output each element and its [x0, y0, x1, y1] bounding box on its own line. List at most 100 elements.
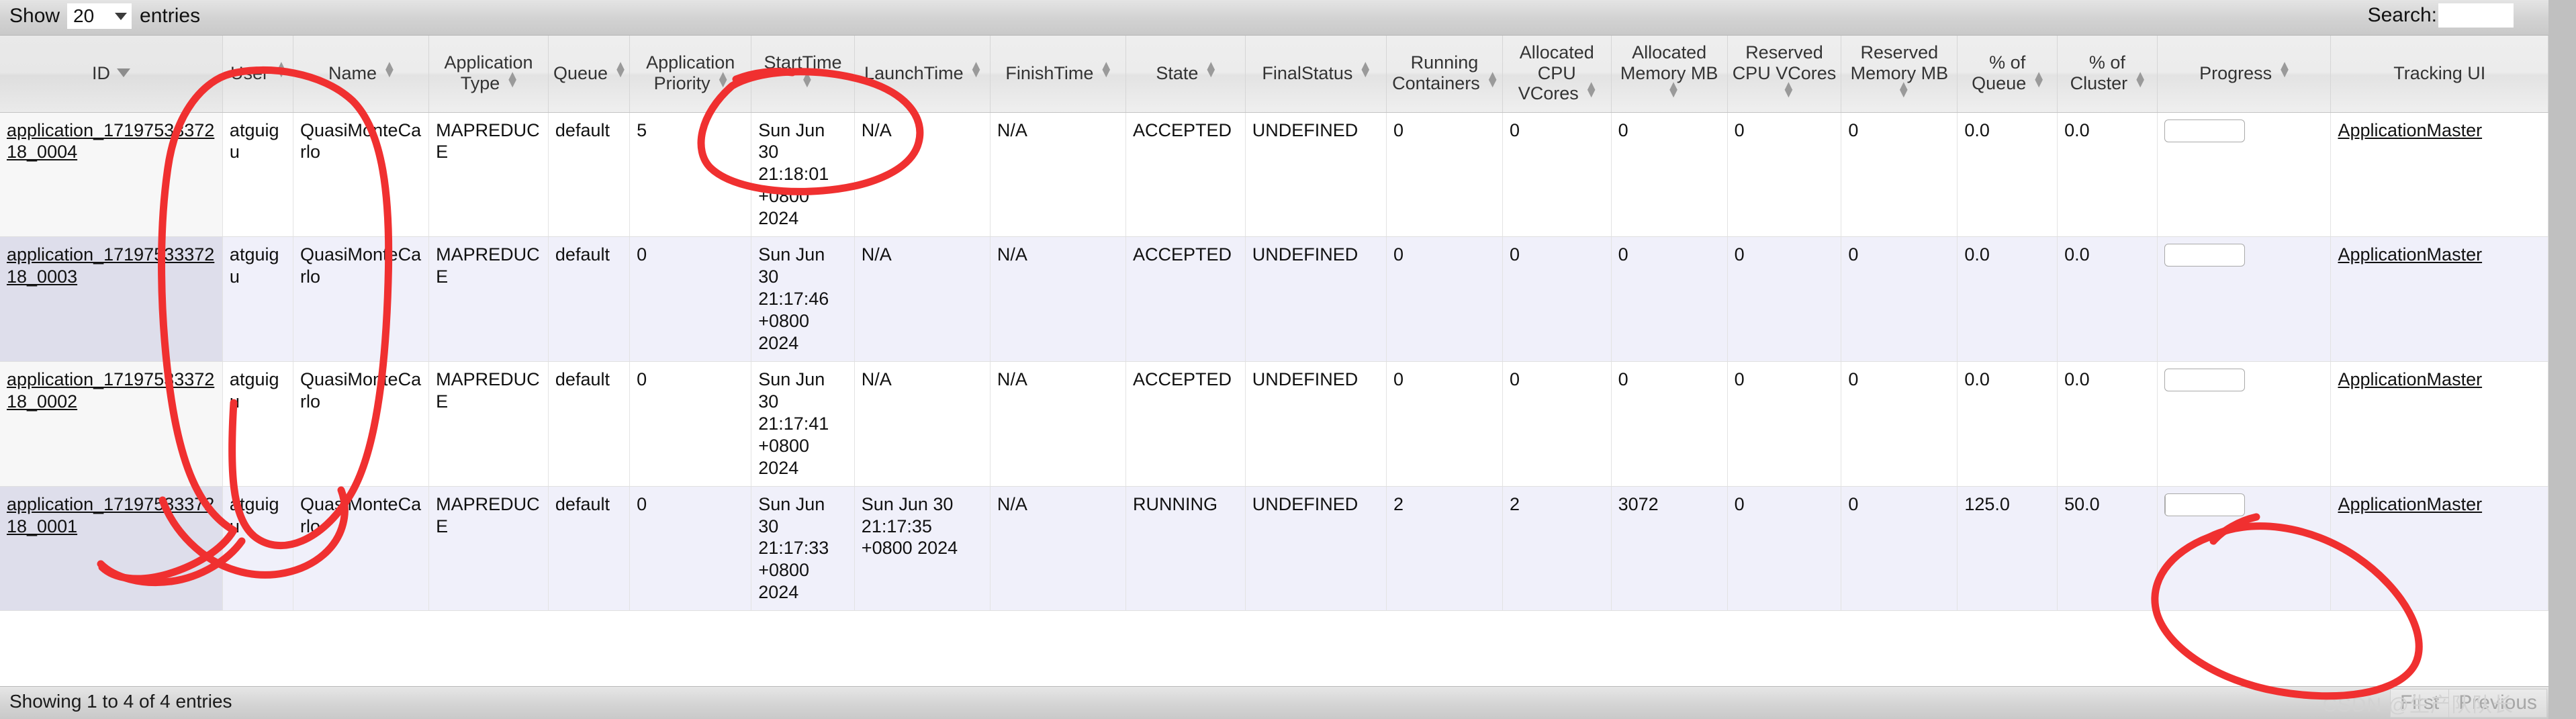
col-header-starttime[interactable]: StartTime ▲ ▼	[751, 36, 855, 113]
show-label: Show	[9, 5, 60, 27]
cell-pct-of-queue: 125.0	[1957, 486, 2058, 612]
col-header-application-type[interactable]: Application Type ▲ ▼	[428, 36, 549, 113]
cell-running-containers: 2	[1386, 486, 1503, 612]
progress-bar	[2164, 493, 2245, 516]
sort-both-icon: ▲ ▼	[383, 58, 396, 81]
cell-user: atguigu	[222, 112, 294, 238]
application-id-link[interactable]: application_1719753337218_0001	[7, 494, 214, 536]
cell-running-containers: 0	[1386, 236, 1503, 362]
cell-user: atguigu	[222, 236, 294, 362]
pagination: First Previous	[2389, 689, 2547, 718]
col-header-launchtime[interactable]: LaunchTime ▲ ▼	[854, 36, 991, 113]
cell-application-priority: 0	[629, 361, 752, 487]
cell-starttime: Sun Jun 30 21:17:33 +0800 2024	[751, 486, 855, 612]
cell-state: RUNNING	[1125, 486, 1246, 612]
tracking-ui-link[interactable]: ApplicationMaster	[2338, 494, 2482, 514]
cell-pct-of-queue: 0.0	[1957, 236, 2058, 362]
col-header-id[interactable]: ID	[0, 36, 223, 113]
cell-name: QuasiMonteCarlo	[293, 486, 430, 612]
cell-pct-of-queue: 0.0	[1957, 112, 2058, 238]
cell-launchtime: N/A	[854, 236, 991, 362]
progress-bar	[2164, 119, 2245, 142]
cell-tracking-ui: ApplicationMaster	[2330, 486, 2548, 612]
cell-finishtime: N/A	[990, 486, 1126, 612]
sort-both-icon: ▲ ▼	[1204, 58, 1218, 81]
cell-name: QuasiMonteCarlo	[293, 112, 430, 238]
col-label: Progress	[2199, 62, 2272, 83]
sort-both-icon: ▲ ▼	[1782, 79, 1796, 101]
cell-pct-of-queue: 0.0	[1957, 361, 2058, 487]
table-row[interactable]: application_1719753337218_0002 atguigu Q…	[0, 361, 2548, 487]
applications-table: ID User ▲ ▼ Name ▲ ▼ Application Type ▲ ▼ Queu…	[0, 36, 2548, 612]
entries-label: entries	[140, 5, 201, 27]
sort-both-icon: ▲ ▼	[2133, 68, 2147, 91]
cell-running-containers: 0	[1386, 361, 1503, 487]
col-header-finishtime[interactable]: FinishTime ▲ ▼	[990, 36, 1126, 113]
pagination-previous-button[interactable]: Previous	[2448, 689, 2547, 718]
col-label: Name	[328, 62, 377, 83]
cell-name: QuasiMonteCarlo	[293, 236, 430, 362]
application-id-link[interactable]: application_1719753337218_0004	[7, 120, 214, 162]
col-header-queue[interactable]: Queue ▲ ▼	[548, 36, 631, 113]
application-id-link[interactable]: application_1719753337218_0002	[7, 369, 214, 412]
sort-both-icon: ▲ ▼	[506, 68, 520, 91]
cell-finishtime: N/A	[990, 236, 1126, 362]
col-header-progress[interactable]: Progress ▲ ▼	[2157, 36, 2332, 113]
pagination-first-button[interactable]: First	[2389, 689, 2449, 718]
col-header-tracking-ui[interactable]: Tracking UI	[2330, 36, 2548, 113]
cell-finishtime: N/A	[990, 112, 1126, 238]
sort-both-icon: ▲ ▼	[2278, 58, 2291, 81]
sort-both-icon: ▲ ▼	[614, 58, 627, 81]
yarn-applications-page: Show 20 entries Search: ID User ▲ ▼ Name…	[0, 0, 2548, 719]
cell-queue: default	[548, 486, 631, 612]
application-id-link[interactable]: application_1719753337218_0003	[7, 244, 214, 287]
col-header-application-priority[interactable]: Application Priority ▲ ▼	[629, 36, 752, 113]
col-label: % of Queue	[1972, 52, 2027, 93]
sort-both-icon: ▲ ▼	[1099, 58, 1113, 81]
tracking-ui-link[interactable]: ApplicationMaster	[2338, 369, 2482, 389]
col-header-name[interactable]: Name ▲ ▼	[293, 36, 430, 113]
screenshot-root: Show 20 entries Search: ID User ▲ ▼ Name…	[0, 0, 2576, 719]
cell-finalstatus: UNDEFINED	[1245, 361, 1387, 487]
table-row[interactable]: application_1719753337218_0001 atguigu Q…	[0, 486, 2548, 612]
vertical-scrollbar[interactable]	[2548, 0, 2576, 719]
cell-state: ACCEPTED	[1125, 236, 1246, 362]
cell-pct-of-cluster: 0.0	[2057, 236, 2158, 362]
col-header-pct-of-queue[interactable]: % of Queue ▲ ▼	[1957, 36, 2058, 113]
col-header-state[interactable]: State ▲ ▼	[1125, 36, 1246, 113]
cell-allocated-cpu-vcores: 0	[1502, 361, 1612, 487]
col-header-pct-of-cluster[interactable]: % of Cluster ▲ ▼	[2057, 36, 2158, 113]
cell-launchtime: Sun Jun 30 21:17:35 +0800 2024	[854, 486, 991, 612]
page-length-select[interactable]: 20	[67, 3, 132, 29]
cell-progress	[2157, 236, 2332, 362]
cell-allocated-memory-mb: 3072	[1611, 486, 1728, 612]
col-label: Queue	[553, 62, 608, 83]
col-header-reserved-cpu-vcores[interactable]: Reserved CPU VCores ▲ ▼	[1727, 36, 1842, 113]
page-length-control: Show 20 entries	[9, 3, 200, 29]
search-control: Search:	[2368, 3, 2514, 28]
search-input[interactable]	[2438, 3, 2514, 28]
cell-progress	[2157, 361, 2332, 487]
cell-name: QuasiMonteCarlo	[293, 361, 430, 487]
col-label: Tracking UI	[2393, 62, 2486, 83]
col-header-running-containers[interactable]: Running Containers ▲ ▼	[1386, 36, 1503, 113]
col-header-user[interactable]: User ▲ ▼	[222, 36, 294, 113]
col-header-allocated-memory-mb[interactable]: Allocated Memory MB ▲ ▼	[1611, 36, 1728, 113]
col-header-reserved-memory-mb[interactable]: Reserved Memory MB ▲ ▼	[1841, 36, 1958, 113]
sort-both-icon: ▲ ▼	[274, 58, 288, 81]
table-row[interactable]: application_1719753337218_0003 atguigu Q…	[0, 236, 2548, 362]
tracking-ui-link[interactable]: ApplicationMaster	[2338, 120, 2482, 140]
cell-starttime: Sun Jun 30 21:17:46 +0800 2024	[751, 236, 855, 362]
cell-state: ACCEPTED	[1125, 361, 1246, 487]
cell-application-priority: 0	[629, 486, 752, 612]
cell-application-type: MAPREDUCE	[428, 486, 549, 612]
col-header-finalstatus[interactable]: FinalStatus ▲ ▼	[1245, 36, 1387, 113]
tracking-ui-link[interactable]: ApplicationMaster	[2338, 244, 2482, 265]
showing-entries-info: Showing 1 to 4 of 4 entries	[9, 691, 232, 712]
table-row[interactable]: application_1719753337218_0004 atguigu Q…	[0, 112, 2548, 238]
col-label: User	[230, 62, 269, 83]
col-header-allocated-cpu-vcores[interactable]: Allocated CPU VCores ▲ ▼	[1502, 36, 1612, 113]
cell-allocated-memory-mb: 0	[1611, 112, 1728, 238]
sort-both-icon: ▲ ▼	[1359, 58, 1373, 81]
col-label: Reserved CPU VCores	[1732, 42, 1837, 83]
